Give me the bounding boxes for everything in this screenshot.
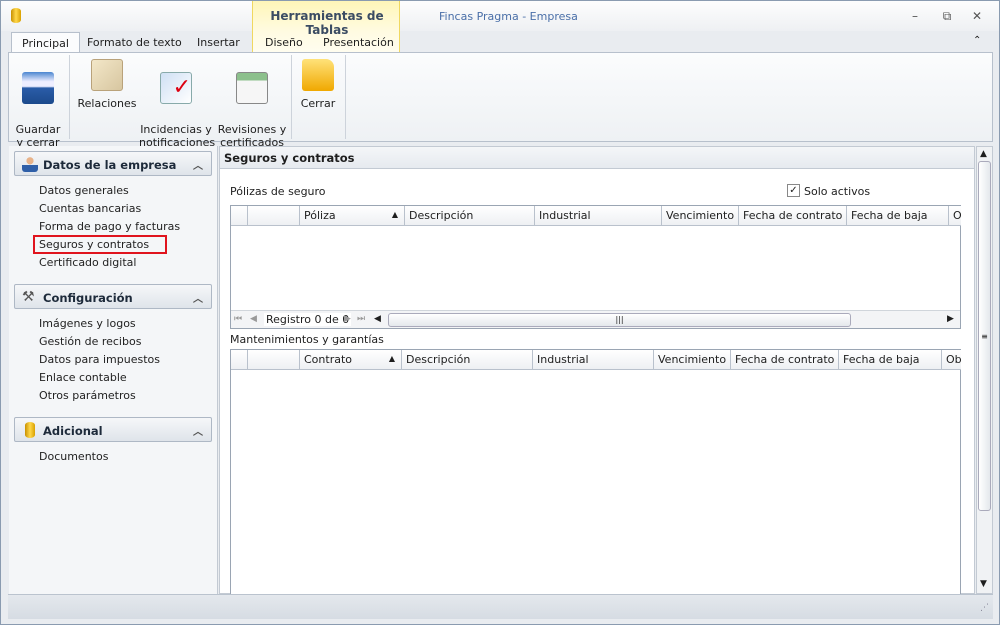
link-forma-pago[interactable]: Forma de pago y facturas: [39, 220, 180, 233]
link-datos-impuestos[interactable]: Datos para impuestos: [39, 353, 160, 366]
link-enlace-contable[interactable]: Enlace contable: [39, 371, 127, 384]
link-cuentas-bancarias[interactable]: Cuentas bancarias: [39, 202, 141, 215]
database-icon: [25, 422, 35, 438]
tab-formato-texto[interactable]: Formato de texto: [77, 32, 192, 53]
link-datos-generales[interactable]: Datos generales: [39, 184, 129, 197]
resize-grip-icon[interactable]: ⋰: [980, 603, 989, 613]
grid-indicator-header: [231, 206, 248, 226]
header-text: Póliza: [304, 209, 336, 222]
close-button[interactable]: Cerrar: [293, 59, 343, 110]
window-title: Fincas Pragma - Empresa: [439, 10, 578, 23]
column-header-descripcion[interactable]: Descripción: [402, 350, 533, 370]
only-active-label: Solo activos: [804, 185, 871, 198]
group-configuracion[interactable]: ⚒ Configuración ︿: [14, 284, 212, 309]
close-label: Cerrar: [300, 97, 336, 110]
column-header-vencimiento[interactable]: Vencimiento: [662, 206, 739, 226]
scroll-right-icon[interactable]: ▶: [947, 314, 954, 324]
title-bar: Fincas Pragma - Empresa – ⧉ ✕: [1, 1, 999, 31]
tab-diseno[interactable]: Diseño: [255, 32, 313, 53]
link-otros-parametros[interactable]: Otros parámetros: [39, 389, 136, 402]
column-header-obs[interactable]: O: [949, 206, 961, 226]
panel-title: Seguros y contratos: [220, 147, 974, 169]
restore-button[interactable]: ⧉: [939, 9, 955, 24]
next-record-icon[interactable]: ▶: [344, 314, 351, 324]
column-header-fecha-contrato[interactable]: Fecha de contrato: [731, 350, 839, 370]
column-header-industrial[interactable]: Industrial: [535, 206, 662, 226]
sidebar: Datos de la empresa ︿ Datos generales Cue…: [9, 146, 218, 594]
app-window: Fincas Pragma - Empresa – ⧉ ✕ Herramient…: [0, 0, 1000, 625]
contact-cards-icon: [91, 59, 123, 91]
column-header-vencimiento[interactable]: Vencimiento: [654, 350, 731, 370]
collapse-ribbon-icon[interactable]: ⌃: [973, 35, 981, 46]
only-active-checkbox[interactable]: ✓: [787, 184, 800, 197]
chevron-up-icon: ︿: [193, 427, 203, 438]
group-datos-empresa[interactable]: Datos de la empresa ︿: [14, 151, 212, 176]
previous-record-icon[interactable]: ◀: [250, 314, 257, 324]
scroll-down-icon[interactable]: ▼: [980, 579, 987, 589]
user-icon: [22, 156, 38, 172]
column-header-obs[interactable]: Obs: [942, 350, 961, 370]
horizontal-scrollbar-thumb[interactable]: |||: [388, 313, 851, 327]
sort-ascending-icon: ▲: [391, 210, 398, 219]
maintenance-grid[interactable]: Contrato ▲ Descripción Industrial Vencimi…: [230, 349, 961, 599]
grid-indicator-header: [231, 350, 248, 370]
open-folder-icon: [302, 59, 334, 91]
maintenance-label: Mantenimientos y garantías: [230, 333, 384, 346]
vertical-scrollbar[interactable]: ▲ ≡ ▼: [976, 146, 993, 594]
chevron-up-icon: ︿: [193, 294, 203, 305]
tab-principal[interactable]: Principal: [11, 32, 80, 53]
reviews-button[interactable]: Revisiones y certificados: [214, 59, 290, 149]
notebook-bell-icon: [236, 72, 268, 104]
sort-ascending-icon: ▲: [388, 354, 395, 363]
column-header-poliza[interactable]: Póliza ▲: [300, 206, 405, 226]
column-header-fecha-contrato[interactable]: Fecha de contrato: [739, 206, 847, 226]
grid-select-header[interactable]: [248, 206, 300, 226]
status-bar: ⋰: [8, 594, 993, 619]
group-title: Datos de la empresa: [43, 158, 177, 172]
policies-label: Pólizas de seguro: [230, 185, 326, 198]
column-header-fecha-baja[interactable]: Fecha de baja: [847, 206, 949, 226]
group-adicional[interactable]: Adicional ︿: [14, 417, 212, 442]
link-certificado-digital[interactable]: Certificado digital: [39, 256, 136, 269]
link-gestion-recibos[interactable]: Gestión de recibos: [39, 335, 141, 348]
column-header-industrial[interactable]: Industrial: [533, 350, 654, 370]
column-header-fecha-baja[interactable]: Fecha de baja: [839, 350, 942, 370]
main-panel: Seguros y contratos Pólizas de seguro ✓ …: [219, 146, 975, 599]
link-seguros-contratos[interactable]: Seguros y contratos: [32, 235, 168, 254]
record-counter: Registro 0 de 0: [264, 313, 352, 326]
tab-presentacion[interactable]: Presentación: [313, 32, 404, 53]
column-header-contrato[interactable]: Contrato ▲: [300, 350, 402, 370]
vertical-scrollbar-thumb[interactable]: ≡: [978, 161, 991, 511]
scroll-up-icon[interactable]: ▲: [980, 149, 987, 159]
column-header-descripcion[interactable]: Descripción: [405, 206, 535, 226]
relations-button[interactable]: Relaciones: [75, 59, 139, 110]
header-text: Contrato: [304, 353, 353, 366]
group-title: Adicional: [43, 424, 103, 438]
first-record-icon[interactable]: ⏮: [234, 314, 242, 324]
group-title: Configuración: [43, 291, 133, 305]
grid-navigator: ⏮ ◀ Registro 0 de 0 ▶ ⏭ ◀ ||| ▶: [231, 310, 960, 328]
app-database-icon: [11, 8, 21, 23]
floppy-disk-icon: [22, 72, 54, 104]
save-close-button[interactable]: Guardar y cerrar: [11, 59, 65, 149]
relations-label: Relaciones: [77, 97, 137, 110]
link-imagenes-logos[interactable]: Imágenes y logos: [39, 317, 136, 330]
tools-icon: ⚒: [22, 289, 35, 305]
grid-select-header[interactable]: [248, 350, 300, 370]
incidents-button[interactable]: ✓ Incidencias y notificaciones: [139, 59, 215, 149]
tab-insertar[interactable]: Insertar: [187, 32, 250, 53]
ribbon: Guardar y cerrar Relaciones ✓ Incidencia…: [8, 52, 993, 149]
close-window-button[interactable]: ✕: [969, 9, 985, 23]
minimize-button[interactable]: –: [907, 9, 923, 23]
link-documentos[interactable]: Documentos: [39, 450, 108, 463]
policies-grid[interactable]: Póliza ▲ Descripción Industrial Vencimien…: [230, 205, 961, 329]
chevron-up-icon: ︿: [193, 161, 203, 172]
scroll-left-icon[interactable]: ◀: [374, 314, 381, 324]
last-record-icon[interactable]: ⏭: [357, 314, 365, 324]
envelope-check-icon: ✓: [160, 72, 192, 104]
